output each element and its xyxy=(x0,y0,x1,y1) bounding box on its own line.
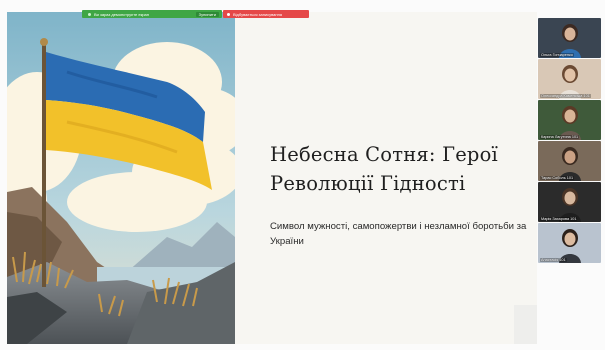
participant-tile[interactable]: Ольга Гончаренко xyxy=(538,18,601,58)
recording-label: Відбувається записування xyxy=(233,11,282,17)
ukraine-flag-illustration xyxy=(7,12,235,344)
share-status-label: Ви зараз демонструєте екран xyxy=(94,11,149,17)
participant-tile[interactable]: Олександра Каменська 101 xyxy=(538,59,601,99)
participant-name: Карина Лагутина 101 xyxy=(540,135,580,139)
participant-tile[interactable]: Карина Лагутина 101 xyxy=(538,100,601,140)
participant-tile[interactable]: Анастасія 101 xyxy=(538,223,601,263)
participant-tile[interactable]: Тарас Соболь 101 xyxy=(538,141,601,181)
participant-name: Тарас Соболь 101 xyxy=(540,176,575,180)
shared-slide: Небесна Сотня: Герої Революції Гідності … xyxy=(7,12,537,344)
participant-name: Олександра Каменська 101 xyxy=(540,94,591,98)
record-icon xyxy=(227,12,230,16)
slide-corner-panel xyxy=(514,305,537,344)
screen-share-bar[interactable]: Ви зараз демонструєте екран Зупинити xyxy=(82,10,222,18)
slide-subtitle: Символ мужності, самопожертви і незламно… xyxy=(270,221,527,247)
stop-share-button[interactable]: Зупинити xyxy=(195,11,219,17)
recording-bar[interactable]: Відбувається записування xyxy=(223,10,309,18)
participant-tile[interactable]: Марія Захарова 101 xyxy=(538,182,601,222)
slide-title: Небесна Сотня: Герої Революції Гідності xyxy=(270,140,535,198)
participant-name: Марія Захарова 101 xyxy=(540,217,578,221)
meeting-stage: Небесна Сотня: Герої Революції Гідності … xyxy=(0,0,605,350)
slide-title-line-2: Революції Гідності xyxy=(270,172,466,195)
slide-title-line-1: Небесна Сотня: Герої xyxy=(270,143,498,166)
participant-name: Анастасія 101 xyxy=(540,258,567,262)
share-status-icon xyxy=(88,12,91,16)
participant-name: Ольга Гончаренко xyxy=(540,53,574,57)
